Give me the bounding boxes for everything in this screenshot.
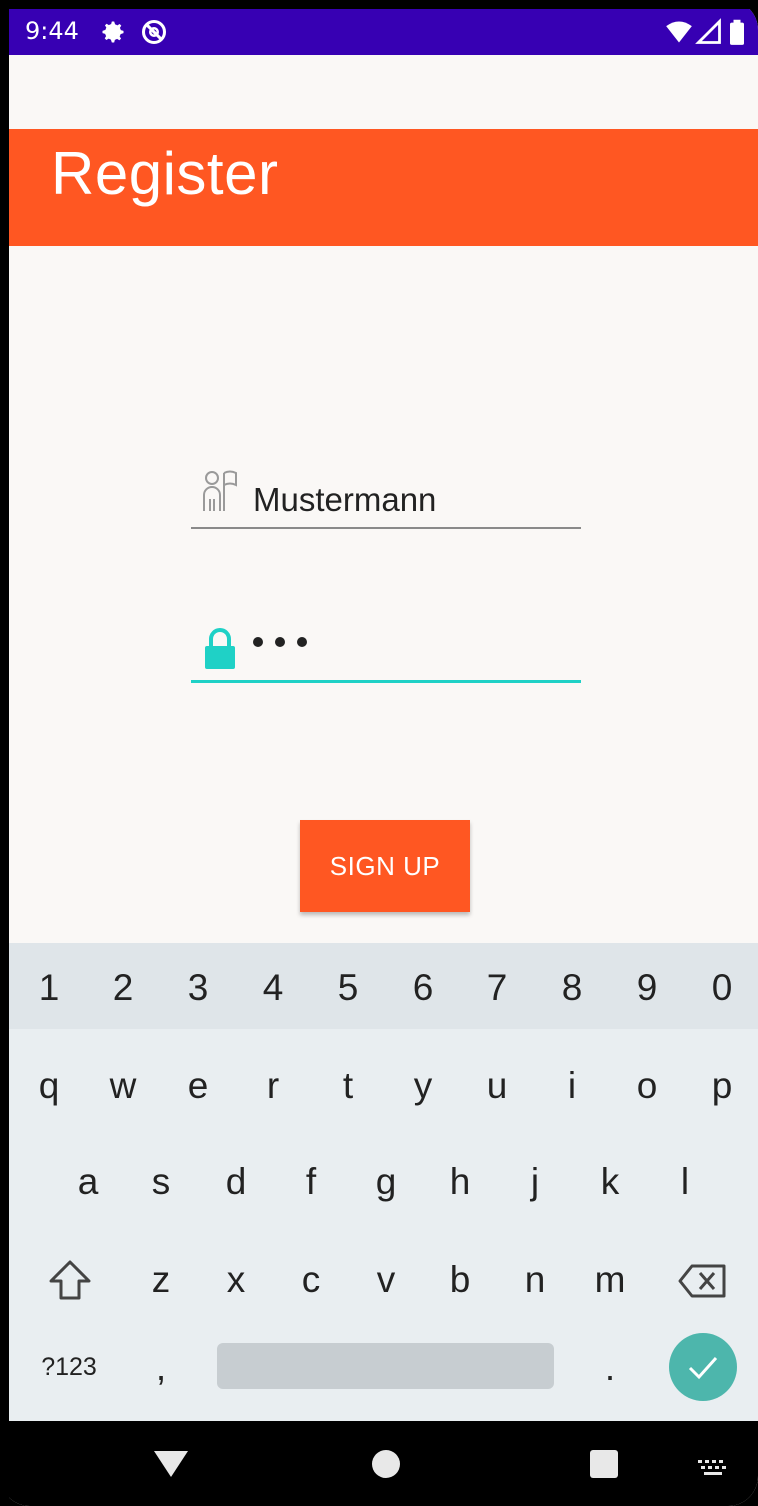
key-y[interactable]: y bbox=[393, 1065, 453, 1107]
status-time: 9:44 bbox=[25, 17, 79, 45]
password-mask bbox=[253, 637, 307, 647]
app-bar: Register bbox=[9, 129, 758, 246]
key-x[interactable]: x bbox=[206, 1259, 266, 1301]
soft-keyboard: 1 2 3 4 5 6 7 8 9 0 q w e r t y u i o p … bbox=[9, 943, 758, 1421]
key-7[interactable]: 7 bbox=[467, 967, 527, 1009]
number-row: 1 2 3 4 5 6 7 8 9 0 bbox=[9, 943, 758, 1029]
key-v[interactable]: v bbox=[356, 1259, 416, 1301]
key-h[interactable]: h bbox=[430, 1161, 490, 1203]
key-2[interactable]: 2 bbox=[93, 967, 153, 1009]
page-title: Register bbox=[51, 140, 279, 207]
key-z[interactable]: z bbox=[131, 1259, 191, 1301]
do-not-disturb-icon bbox=[141, 19, 167, 45]
password-dot bbox=[275, 637, 285, 647]
check-icon bbox=[688, 1356, 718, 1380]
key-3[interactable]: 3 bbox=[168, 967, 228, 1009]
recents-icon[interactable] bbox=[589, 1449, 619, 1479]
gear-icon bbox=[102, 21, 124, 43]
symbols-key[interactable]: ?123 bbox=[37, 1353, 101, 1382]
key-b[interactable]: b bbox=[430, 1259, 490, 1301]
key-t[interactable]: t bbox=[318, 1065, 378, 1107]
password-underline bbox=[191, 680, 581, 683]
keyboard-switch-icon[interactable] bbox=[697, 1459, 729, 1477]
shift-icon[interactable] bbox=[47, 1259, 93, 1301]
signal-icon bbox=[695, 18, 721, 44]
key-9[interactable]: 9 bbox=[617, 967, 677, 1009]
key-p[interactable]: p bbox=[692, 1065, 752, 1107]
username-value: Mustermann bbox=[253, 481, 437, 518]
battery-icon bbox=[730, 19, 744, 45]
navigation-bar bbox=[9, 1421, 758, 1506]
key-5[interactable]: 5 bbox=[318, 967, 378, 1009]
key-w[interactable]: w bbox=[93, 1065, 153, 1107]
status-bar: 9:44 bbox=[9, 9, 758, 55]
key-c[interactable]: c bbox=[281, 1259, 341, 1301]
key-1[interactable]: 1 bbox=[19, 967, 79, 1009]
backspace-icon[interactable] bbox=[678, 1263, 728, 1299]
key-q[interactable]: q bbox=[19, 1065, 79, 1107]
key-o[interactable]: o bbox=[617, 1065, 677, 1107]
username-underline bbox=[191, 527, 581, 529]
key-e[interactable]: e bbox=[168, 1065, 228, 1107]
key-f[interactable]: f bbox=[281, 1161, 341, 1203]
key-4[interactable]: 4 bbox=[243, 967, 303, 1009]
key-u[interactable]: u bbox=[467, 1065, 527, 1107]
home-icon[interactable] bbox=[371, 1449, 401, 1479]
password-dot bbox=[253, 637, 263, 647]
key-6[interactable]: 6 bbox=[393, 967, 453, 1009]
key-d[interactable]: d bbox=[206, 1161, 266, 1203]
user-flag-icon bbox=[203, 470, 237, 511]
key-s[interactable]: s bbox=[131, 1161, 191, 1203]
key-period[interactable]: . bbox=[580, 1347, 640, 1389]
back-icon[interactable] bbox=[152, 1449, 190, 1479]
key-m[interactable]: m bbox=[580, 1259, 640, 1301]
key-comma[interactable]: , bbox=[131, 1347, 191, 1389]
key-0[interactable]: 0 bbox=[692, 967, 752, 1009]
key-n[interactable]: n bbox=[505, 1259, 565, 1301]
username-field[interactable]: Mustermann bbox=[191, 467, 581, 529]
screen: 9:44 Register Mustermann SIGN UP 1 2 3 4… bbox=[9, 9, 758, 1506]
device-frame: 9:44 Register Mustermann SIGN UP 1 2 3 4… bbox=[0, 0, 758, 1506]
key-l[interactable]: l bbox=[655, 1161, 715, 1203]
key-8[interactable]: 8 bbox=[542, 967, 602, 1009]
space-key[interactable] bbox=[217, 1343, 554, 1389]
key-r[interactable]: r bbox=[243, 1065, 303, 1107]
key-k[interactable]: k bbox=[580, 1161, 640, 1203]
lock-icon bbox=[205, 628, 235, 669]
key-g[interactable]: g bbox=[356, 1161, 416, 1203]
enter-key[interactable] bbox=[669, 1333, 737, 1401]
password-field[interactable] bbox=[191, 617, 581, 683]
password-dot bbox=[297, 637, 307, 647]
key-j[interactable]: j bbox=[505, 1161, 565, 1203]
wifi-icon bbox=[666, 21, 692, 43]
sign-up-button[interactable]: SIGN UP bbox=[300, 820, 470, 912]
key-i[interactable]: i bbox=[542, 1065, 602, 1107]
key-a[interactable]: a bbox=[58, 1161, 118, 1203]
